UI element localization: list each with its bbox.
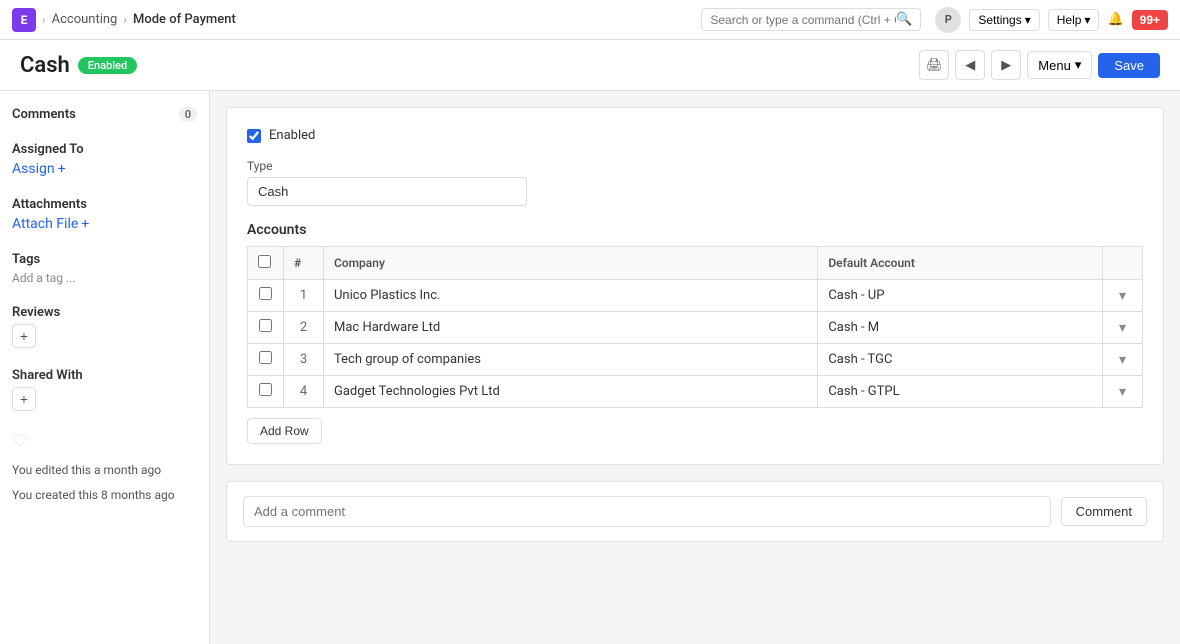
row-company-1: Unico Plastics Inc.: [324, 280, 818, 312]
page-title-area: Cash Enabled: [20, 53, 137, 78]
comment-card: Comment: [226, 481, 1164, 542]
header-actions: 🖨 ◀ ▶ Menu ▾ Save: [919, 50, 1160, 80]
row-checkbox-cell: [248, 312, 284, 344]
menu-button[interactable]: Menu ▾: [1027, 51, 1092, 79]
row-dropdown-2[interactable]: ▾: [1103, 312, 1143, 344]
comment-button[interactable]: Comment: [1061, 497, 1147, 526]
comments-section: Comments 0: [12, 107, 197, 122]
shared-with-section: Shared With +: [12, 368, 197, 411]
enabled-label[interactable]: Enabled: [269, 128, 315, 143]
select-all-checkbox[interactable]: [258, 255, 271, 268]
row-checkbox-4[interactable]: [259, 383, 272, 396]
row-num-1: 1: [284, 280, 324, 312]
status-badge: Enabled: [78, 57, 137, 74]
search-input[interactable]: [710, 13, 896, 27]
row-company-3: Tech group of companies: [324, 344, 818, 376]
page-header: Cash Enabled 🖨 ◀ ▶ Menu ▾ Save: [0, 40, 1180, 91]
like-icon[interactable]: ♡: [12, 431, 197, 452]
accounts-table: # Company Default Account 1 Unico Plasti…: [247, 246, 1143, 408]
col-header-default-account: Default Account: [818, 247, 1103, 280]
save-button[interactable]: Save: [1098, 53, 1160, 78]
col-header-company: Company: [324, 247, 818, 280]
breadcrumb-mode-of-payment: Mode of Payment: [133, 12, 236, 27]
row-checkbox-2[interactable]: [259, 319, 272, 332]
app-logo: E: [12, 8, 36, 32]
page-title: Cash: [20, 53, 70, 78]
sidebar: Comments 0 Assigned To Assign + Attachme…: [0, 91, 210, 644]
table-row: 3 Tech group of companies Cash - TGC ▾: [248, 344, 1143, 376]
type-field: Type: [247, 159, 1143, 206]
comment-input-row: Comment: [243, 496, 1147, 527]
row-company-4: Gadget Technologies Pvt Ltd: [324, 376, 818, 408]
row-account-4: Cash - GTPL: [818, 376, 1103, 408]
table-row: 4 Gadget Technologies Pvt Ltd Cash - GTP…: [248, 376, 1143, 408]
add-row-button[interactable]: Add Row: [247, 418, 322, 444]
tags-label: Tags: [12, 252, 197, 267]
breadcrumb-accounting[interactable]: Accounting: [52, 12, 118, 27]
form-card: Enabled Type Accounts # Company Defa: [226, 107, 1164, 465]
navbar: E › Accounting › Mode of Payment 🔍 P Set…: [0, 0, 1180, 40]
assigned-to-label: Assigned To: [12, 142, 197, 157]
help-button[interactable]: Help ▾: [1048, 9, 1100, 31]
shared-with-label: Shared With: [12, 368, 197, 383]
activity-item-2: You created this 8 months ago: [12, 487, 197, 504]
add-review-button[interactable]: +: [12, 324, 36, 348]
attachments-section: Attachments Attach File +: [12, 197, 197, 232]
comments-label: Comments: [12, 107, 76, 122]
row-num-3: 3: [284, 344, 324, 376]
col-header-num: #: [284, 247, 324, 280]
reviews-section: Reviews +: [12, 305, 197, 348]
type-input[interactable]: [247, 177, 527, 206]
row-checkbox-cell: [248, 280, 284, 312]
add-tag-input[interactable]: Add a tag ...: [12, 271, 197, 285]
notification-icon[interactable]: 🔔: [1107, 12, 1123, 27]
prev-button[interactable]: ◀: [955, 50, 985, 80]
breadcrumb-chevron1: ›: [42, 13, 46, 27]
row-account-2: Cash - M: [818, 312, 1103, 344]
row-account-3: Cash - TGC: [818, 344, 1103, 376]
row-checkbox-3[interactable]: [259, 351, 272, 364]
table-row: 2 Mac Hardware Ltd Cash - M ▾: [248, 312, 1143, 344]
main-content: Enabled Type Accounts # Company Defa: [210, 91, 1180, 644]
row-checkbox-1[interactable]: [259, 287, 272, 300]
settings-button[interactable]: Settings ▾: [969, 9, 1039, 31]
reviews-label: Reviews: [12, 305, 197, 320]
tags-section: Tags Add a tag ...: [12, 252, 197, 285]
enabled-row: Enabled: [247, 128, 1143, 143]
accounts-title: Accounts: [247, 222, 1143, 238]
enabled-checkbox[interactable]: [247, 129, 261, 143]
row-account-1: Cash - UP: [818, 280, 1103, 312]
col-header-checkbox: [248, 247, 284, 280]
breadcrumb-chevron2: ›: [123, 13, 127, 27]
print-button[interactable]: 🖨: [919, 50, 949, 80]
search-icon: 🔍: [896, 12, 912, 27]
nav-actions: P Settings ▾ Help ▾ 🔔 99+: [935, 7, 1168, 33]
next-button[interactable]: ▶: [991, 50, 1021, 80]
table-header-row: # Company Default Account: [248, 247, 1143, 280]
row-num-4: 4: [284, 376, 324, 408]
row-dropdown-3[interactable]: ▾: [1103, 344, 1143, 376]
row-num-2: 2: [284, 312, 324, 344]
row-dropdown-4[interactable]: ▾: [1103, 376, 1143, 408]
row-company-2: Mac Hardware Ltd: [324, 312, 818, 344]
plus-button[interactable]: 99+: [1132, 10, 1168, 30]
row-checkbox-cell: [248, 344, 284, 376]
comment-input[interactable]: [243, 496, 1051, 527]
activity-item-1: You edited this a month ago: [12, 462, 197, 479]
attach-file-link[interactable]: Attach File +: [12, 216, 197, 232]
activity-section: ♡ You edited this a month ago You create…: [12, 431, 197, 504]
main-layout: Comments 0 Assigned To Assign + Attachme…: [0, 91, 1180, 644]
col-header-action: [1103, 247, 1143, 280]
row-dropdown-1[interactable]: ▾: [1103, 280, 1143, 312]
search-bar[interactable]: 🔍: [701, 8, 921, 31]
type-label: Type: [247, 159, 1143, 173]
add-shared-button[interactable]: +: [12, 387, 36, 411]
attachments-label: Attachments: [12, 197, 197, 212]
row-checkbox-cell: [248, 376, 284, 408]
avatar[interactable]: P: [935, 7, 961, 33]
table-row: 1 Unico Plastics Inc. Cash - UP ▾: [248, 280, 1143, 312]
assigned-to-section: Assigned To Assign +: [12, 142, 197, 177]
comments-count: 0: [179, 107, 197, 122]
assign-link[interactable]: Assign +: [12, 161, 197, 177]
